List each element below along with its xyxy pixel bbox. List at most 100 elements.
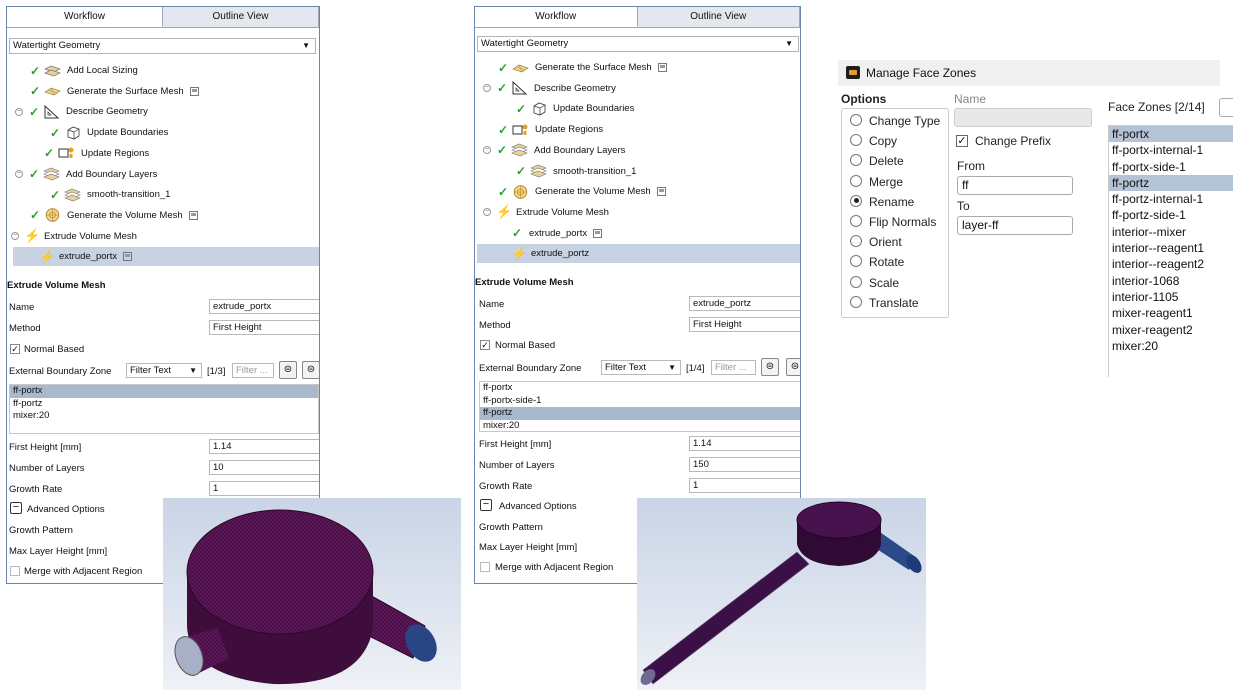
merge-checkbox[interactable] [480,562,490,572]
num-layers-field[interactable]: 10 [209,460,319,475]
tab-workflow[interactable]: Workflow [475,7,638,27]
tree-item[interactable]: ✓ Update Boundaries [477,99,800,118]
tree-item[interactable]: ✓ Update Boundaries [13,123,319,142]
option-label: Copy [869,134,898,149]
radio-copy[interactable] [850,134,862,147]
list-item[interactable]: ff-portx [10,385,318,398]
normal-based-checkbox[interactable]: ✓ [10,344,20,354]
collapse-toggle[interactable]: − [11,232,19,241]
tab-workflow[interactable]: Workflow [7,7,163,27]
radio-delete[interactable] [850,154,862,167]
face-zone-item[interactable]: ff-portx [1109,126,1233,143]
collapse-toggle[interactable]: − [483,146,491,155]
tree-item[interactable]: − ⚡ Extrude Volume Mesh [477,203,800,222]
face-zone-item[interactable]: mixer-reagent2 [1109,322,1233,338]
advanced-options-label: Advanced Options [499,501,577,512]
face-zone-item[interactable]: mixer-reagent1 [1109,305,1233,321]
face-zone-item[interactable]: interior-1068 [1109,273,1233,289]
name-field[interactable]: extrude_portz [689,296,800,311]
tree-item[interactable]: − ✓ Add Boundary Layers [477,141,800,160]
advanced-options-toggle[interactable]: − [480,499,492,511]
tree-item[interactable]: ⚡ extrude_portz [477,244,800,264]
tree-item[interactable]: ✓ Generate the Surface Mesh [13,82,319,101]
radio-rotate[interactable] [850,255,862,268]
growth-rate-field[interactable]: 1 [689,478,800,493]
mesh-preview-mixer [163,498,461,690]
tree-item[interactable]: ✓ Update Regions [13,144,319,163]
mode-select[interactable]: Watertight Geometry ▼ [9,38,316,54]
radio-merge[interactable] [850,174,862,187]
option-label: Translate [869,295,919,310]
filter-apply-button[interactable]: ⊜ [279,361,297,379]
tree-item[interactable]: ⚡ extrude_portx [13,247,319,267]
filter-select[interactable]: Filter Text ▼ [126,363,202,378]
filter-select[interactable]: Filter Text ▼ [601,360,681,375]
face-zone-item[interactable]: ff-portz-side-1 [1109,207,1233,223]
merge-checkbox[interactable] [10,566,20,576]
filter-select-all-button[interactable]: ⊜ [302,361,319,379]
list-item[interactable]: mixer:20 [480,420,800,433]
radio-orient[interactable] [850,235,862,248]
mode-select[interactable]: Watertight Geometry ▼ [477,36,799,52]
tree-item[interactable]: ✓ smooth-transition_1 [13,185,319,204]
face-zone-item[interactable]: interior-1105 [1109,289,1233,305]
list-item[interactable]: mixer:20 [10,410,318,423]
mesh-render-mixer [174,509,437,685]
filter-input[interactable]: Filter ... [711,360,756,375]
method-select[interactable]: First Height [689,317,800,332]
radio-scale[interactable] [850,275,862,288]
change-prefix-checkbox[interactable]: ✓ [956,135,968,147]
collapse-toggle[interactable]: − [483,208,491,217]
tree-item[interactable]: − ✓ Describe Geometry [477,79,800,98]
option-label: Delete [869,154,904,169]
tree-item[interactable]: ✓ Update Regions [477,120,800,139]
tab-outline-view[interactable]: Outline View [163,7,319,27]
name-field[interactable] [954,108,1092,127]
list-item[interactable]: ff-portz [10,398,318,411]
options-group: Change Type Copy Delete Merge Rename Flip Nor… [841,108,949,318]
radio-change-type[interactable] [850,114,862,126]
tree-item[interactable]: ✓ Generate the Volume Mesh [477,182,800,201]
num-layers-field[interactable]: 150 [689,457,800,472]
growth-rate-field[interactable]: 1 [209,481,319,496]
tree-item[interactable]: ✓ Add Local Sizing [13,61,319,80]
tree-item[interactable]: ✓ smooth-transition_1 [477,162,800,181]
advanced-options-toggle[interactable]: − [10,502,22,514]
face-zone-item[interactable]: ff-portz-internal-1 [1109,191,1233,207]
face-zone-item[interactable]: mixer:20 [1109,338,1233,354]
face-zone-item[interactable]: interior--reagent2 [1109,256,1233,272]
list-item[interactable]: ff-portx [480,382,800,395]
radio-flip-normals[interactable] [850,215,862,227]
face-zones-filter-button[interactable] [1219,98,1233,117]
filter-select-all-button[interactable]: ⊜ [786,358,800,376]
tree-item[interactable]: − ✓ Add Boundary Layers [13,165,319,184]
to-field[interactable]: layer-ff [957,216,1073,235]
tree-item[interactable]: − ⚡ Extrude Volume Mesh [11,227,319,246]
tree-item-label: extrude_portx [529,227,588,239]
tree-item[interactable]: ✓ Generate the Volume Mesh [13,206,319,225]
collapse-toggle[interactable]: − [15,107,23,116]
face-zone-item[interactable]: ff-portz [1109,174,1233,192]
name-field[interactable]: extrude_portx [209,299,319,314]
normal-based-checkbox[interactable]: ✓ [480,340,490,350]
collapse-toggle[interactable]: − [483,84,491,93]
tree-item[interactable]: ✓ extrude_portx [477,224,800,243]
radio-translate[interactable] [850,295,862,308]
list-item[interactable]: ff-portz [480,407,800,420]
list-item[interactable]: ff-portx-side-1 [480,395,800,408]
collapse-toggle[interactable]: − [15,170,23,178]
face-zone-item[interactable]: ff-portx-side-1 [1109,159,1233,175]
filter-apply-button[interactable]: ⊜ [761,358,779,376]
tree-item[interactable]: − ✓ Describe Geometry [13,102,319,121]
tab-outline-view[interactable]: Outline View [637,7,800,27]
tree-item[interactable]: ✓ Generate the Surface Mesh [477,58,800,77]
from-field[interactable]: ff [957,176,1073,195]
filter-input[interactable]: Filter ... [232,363,274,378]
method-select[interactable]: First Height [209,320,319,335]
face-zone-item[interactable]: interior--reagent1 [1109,240,1233,256]
first-height-field[interactable]: 1.14 [689,436,800,451]
first-height-field[interactable]: 1.14 [209,439,319,454]
face-zone-item[interactable]: interior--mixer [1109,224,1233,240]
face-zone-item[interactable]: ff-portx-internal-1 [1109,142,1233,158]
radio-rename[interactable] [850,194,862,207]
